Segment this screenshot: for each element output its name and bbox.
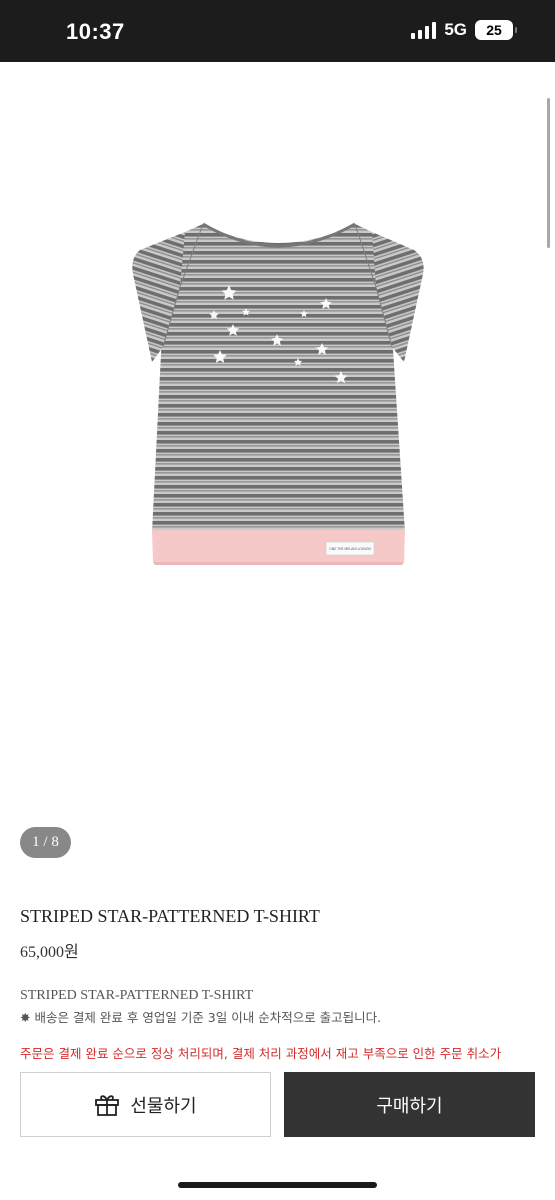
battery-icon: 25	[475, 20, 517, 40]
order-warning: 주문은 결제 완료 순으로 정상 처리되며, 결제 처리 과정에서 재고 부족으…	[20, 1046, 502, 1060]
home-indicator[interactable]	[178, 1182, 377, 1188]
status-bar: 10:37 5G 25	[0, 0, 555, 62]
gift-button[interactable]: 선물하기	[20, 1072, 271, 1137]
bottom-action-bar: 선물하기 구매하기	[0, 1060, 555, 1200]
gift-button-label: 선물하기	[130, 1095, 197, 1117]
garment-label-text: ONE THE MELANI LOUVEN	[329, 547, 371, 551]
buy-button-label: 구매하기	[376, 1095, 443, 1117]
gift-icon	[95, 1094, 120, 1116]
description-title: STRIPED STAR-PATTERNED T-SHIRT	[20, 988, 254, 1003]
signal-icon	[411, 21, 437, 39]
product-image-gallery[interactable]: ONE THE MELANI LOUVEN	[0, 62, 555, 822]
network-type: 5G	[444, 20, 467, 39]
product-title: STRIPED STAR-PATTERNED T-SHIRT	[20, 906, 320, 926]
shipping-note: ✸ 배송은 결제 완료 후 영업일 기준 3일 이내 순차적으로 출고됩니다.	[20, 1010, 382, 1025]
product-image-tshirt: ONE THE MELANI LOUVEN	[132, 222, 424, 565]
product-price: 65,000원	[20, 944, 79, 961]
status-indicators: 5G 25	[411, 20, 517, 40]
status-time: 10:37	[66, 19, 125, 44]
image-page-counter: 1 / 8	[20, 827, 71, 858]
buy-button[interactable]: 구매하기	[284, 1072, 535, 1137]
